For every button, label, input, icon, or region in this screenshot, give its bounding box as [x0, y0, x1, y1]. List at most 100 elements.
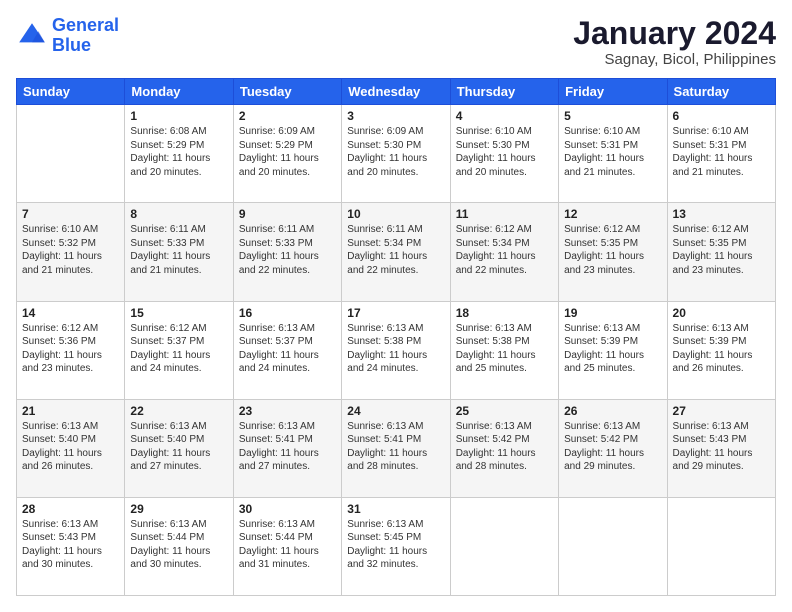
day-detail: Sunrise: 6:09 AM Sunset: 5:29 PM Dayligh… — [239, 125, 336, 179]
day-cell: 10Sunrise: 6:11 AM Sunset: 5:34 PM Dayli… — [342, 203, 450, 301]
day-header-saturday: Saturday — [667, 79, 775, 105]
day-detail: Sunrise: 6:13 AM Sunset: 5:43 PM Dayligh… — [22, 518, 119, 572]
day-detail: Sunrise: 6:13 AM Sunset: 5:39 PM Dayligh… — [564, 322, 661, 376]
day-detail: Sunrise: 6:13 AM Sunset: 5:43 PM Dayligh… — [673, 420, 770, 474]
week-row-1: 1Sunrise: 6:08 AM Sunset: 5:29 PM Daylig… — [17, 105, 776, 203]
day-number: 13 — [673, 207, 770, 221]
day-detail: Sunrise: 6:13 AM Sunset: 5:40 PM Dayligh… — [22, 420, 119, 474]
day-number: 4 — [456, 109, 553, 123]
calendar-header-row: SundayMondayTuesdayWednesdayThursdayFrid… — [17, 79, 776, 105]
day-detail: Sunrise: 6:12 AM Sunset: 5:34 PM Dayligh… — [456, 223, 553, 277]
day-cell: 25 Sunrise: 6:13 AM Sunset: 5:42 PM Dayli… — [450, 399, 558, 497]
day-detail: Sunrise: 6:13 AM Sunset: 5:38 PM Dayligh… — [347, 322, 444, 376]
day-detail: Sunrise: 6:13 AM Sunset: 5:42 PM Dayligh… — [456, 420, 553, 474]
day-number: 15 — [130, 306, 227, 320]
day-header-friday: Friday — [559, 79, 667, 105]
day-detail: Sunrise: 6:13 AM Sunset: 5:41 PM Dayligh… — [347, 420, 444, 474]
day-detail: Sunrise: 6:12 AM Sunset: 5:36 PM Dayligh… — [22, 322, 119, 376]
day-number: 31 — [347, 502, 444, 516]
day-cell: 6Sunrise: 6:10 AM Sunset: 5:31 PM Daylig… — [667, 105, 775, 203]
day-number: 27 — [673, 404, 770, 418]
day-cell: 30Sunrise: 6:13 AM Sunset: 5:44 PM Dayli… — [233, 497, 341, 595]
day-cell: 31 Sunrise: 6:13 AM Sunset: 5:45 PM Dayli… — [342, 497, 450, 595]
day-cell: 14 Sunrise: 6:12 AM Sunset: 5:36 PM Dayli… — [17, 301, 125, 399]
day-cell: 1Sunrise: 6:08 AM Sunset: 5:29 PM Daylig… — [125, 105, 233, 203]
day-number: 18 — [456, 306, 553, 320]
day-detail: Sunrise: 6:10 AM Sunset: 5:31 PM Dayligh… — [564, 125, 661, 179]
day-cell: 3 Sunrise: 6:09 AM Sunset: 5:30 PM Daylig… — [342, 105, 450, 203]
day-detail: Sunrise: 6:13 AM Sunset: 5:45 PM Dayligh… — [347, 518, 444, 572]
day-number: 17 — [347, 306, 444, 320]
day-number: 2 — [239, 109, 336, 123]
day-detail: Sunrise: 6:13 AM Sunset: 5:40 PM Dayligh… — [130, 420, 227, 474]
day-number: 16 — [239, 306, 336, 320]
calendar-table: SundayMondayTuesdayWednesdayThursdayFrid… — [16, 78, 776, 596]
logo-icon — [16, 20, 48, 52]
day-cell: 24Sunrise: 6:13 AM Sunset: 5:41 PM Dayli… — [342, 399, 450, 497]
day-detail: Sunrise: 6:12 AM Sunset: 5:37 PM Dayligh… — [130, 322, 227, 376]
day-cell: 4 Sunrise: 6:10 AM Sunset: 5:30 PM Daylig… — [450, 105, 558, 203]
day-number: 6 — [673, 109, 770, 123]
day-header-wednesday: Wednesday — [342, 79, 450, 105]
day-detail: Sunrise: 6:12 AM Sunset: 5:35 PM Dayligh… — [564, 223, 661, 277]
logo: General Blue — [16, 16, 119, 56]
week-row-5: 28 Sunrise: 6:13 AM Sunset: 5:43 PM Dayli… — [17, 497, 776, 595]
day-number: 10 — [347, 207, 444, 221]
day-cell: 19 Sunrise: 6:13 AM Sunset: 5:39 PM Dayli… — [559, 301, 667, 399]
day-detail: Sunrise: 6:13 AM Sunset: 5:44 PM Dayligh… — [130, 518, 227, 572]
logo-text: General Blue — [52, 16, 119, 56]
day-cell: 15 Sunrise: 6:12 AM Sunset: 5:37 PM Dayli… — [125, 301, 233, 399]
day-number: 22 — [130, 404, 227, 418]
day-number: 7 — [22, 207, 119, 221]
day-detail: Sunrise: 6:11 AM Sunset: 5:33 PM Dayligh… — [130, 223, 227, 277]
day-detail: Sunrise: 6:13 AM Sunset: 5:42 PM Dayligh… — [564, 420, 661, 474]
day-cell — [667, 497, 775, 595]
day-header-tuesday: Tuesday — [233, 79, 341, 105]
day-cell: 7Sunrise: 6:10 AM Sunset: 5:32 PM Daylig… — [17, 203, 125, 301]
day-cell: 23Sunrise: 6:13 AM Sunset: 5:41 PM Dayli… — [233, 399, 341, 497]
week-row-2: 7Sunrise: 6:10 AM Sunset: 5:32 PM Daylig… — [17, 203, 776, 301]
day-number: 12 — [564, 207, 661, 221]
day-number: 26 — [564, 404, 661, 418]
week-row-3: 14 Sunrise: 6:12 AM Sunset: 5:36 PM Dayli… — [17, 301, 776, 399]
day-number: 9 — [239, 207, 336, 221]
day-cell: 2 Sunrise: 6:09 AM Sunset: 5:29 PM Daylig… — [233, 105, 341, 203]
day-header-thursday: Thursday — [450, 79, 558, 105]
day-cell: 28 Sunrise: 6:13 AM Sunset: 5:43 PM Dayli… — [17, 497, 125, 595]
day-number: 3 — [347, 109, 444, 123]
day-cell — [450, 497, 558, 595]
day-cell: 18Sunrise: 6:13 AM Sunset: 5:38 PM Dayli… — [450, 301, 558, 399]
day-cell: 22 Sunrise: 6:13 AM Sunset: 5:40 PM Dayli… — [125, 399, 233, 497]
day-cell: 13Sunrise: 6:12 AM Sunset: 5:35 PM Dayli… — [667, 203, 775, 301]
day-number: 30 — [239, 502, 336, 516]
day-detail: Sunrise: 6:11 AM Sunset: 5:33 PM Dayligh… — [239, 223, 336, 277]
day-cell: 11Sunrise: 6:12 AM Sunset: 5:34 PM Dayli… — [450, 203, 558, 301]
day-number: 19 — [564, 306, 661, 320]
day-number: 5 — [564, 109, 661, 123]
day-number: 21 — [22, 404, 119, 418]
day-cell: 26 Sunrise: 6:13 AM Sunset: 5:42 PM Dayli… — [559, 399, 667, 497]
day-cell: 12 Sunrise: 6:12 AM Sunset: 5:35 PM Dayli… — [559, 203, 667, 301]
week-row-4: 21 Sunrise: 6:13 AM Sunset: 5:40 PM Dayli… — [17, 399, 776, 497]
day-number: 1 — [130, 109, 227, 123]
day-detail: Sunrise: 6:13 AM Sunset: 5:37 PM Dayligh… — [239, 322, 336, 376]
day-number: 28 — [22, 502, 119, 516]
day-number: 14 — [22, 306, 119, 320]
day-number: 23 — [239, 404, 336, 418]
day-header-monday: Monday — [125, 79, 233, 105]
day-number: 29 — [130, 502, 227, 516]
day-cell: 16 Sunrise: 6:13 AM Sunset: 5:37 PM Dayli… — [233, 301, 341, 399]
day-number: 8 — [130, 207, 227, 221]
title-block: January 2024 Sagnay, Bicol, Philippines — [573, 16, 776, 68]
day-cell: 17 Sunrise: 6:13 AM Sunset: 5:38 PM Dayli… — [342, 301, 450, 399]
day-cell: 9 Sunrise: 6:11 AM Sunset: 5:33 PM Daylig… — [233, 203, 341, 301]
day-cell: 5 Sunrise: 6:10 AM Sunset: 5:31 PM Daylig… — [559, 105, 667, 203]
day-header-sunday: Sunday — [17, 79, 125, 105]
day-cell: 8 Sunrise: 6:11 AM Sunset: 5:33 PM Daylig… — [125, 203, 233, 301]
day-cell: 20Sunrise: 6:13 AM Sunset: 5:39 PM Dayli… — [667, 301, 775, 399]
day-cell: 29 Sunrise: 6:13 AM Sunset: 5:44 PM Dayli… — [125, 497, 233, 595]
header: General Blue January 2024 Sagnay, Bicol,… — [16, 16, 776, 68]
day-number: 25 — [456, 404, 553, 418]
day-detail: Sunrise: 6:09 AM Sunset: 5:30 PM Dayligh… — [347, 125, 444, 179]
day-detail: Sunrise: 6:10 AM Sunset: 5:30 PM Dayligh… — [456, 125, 553, 179]
